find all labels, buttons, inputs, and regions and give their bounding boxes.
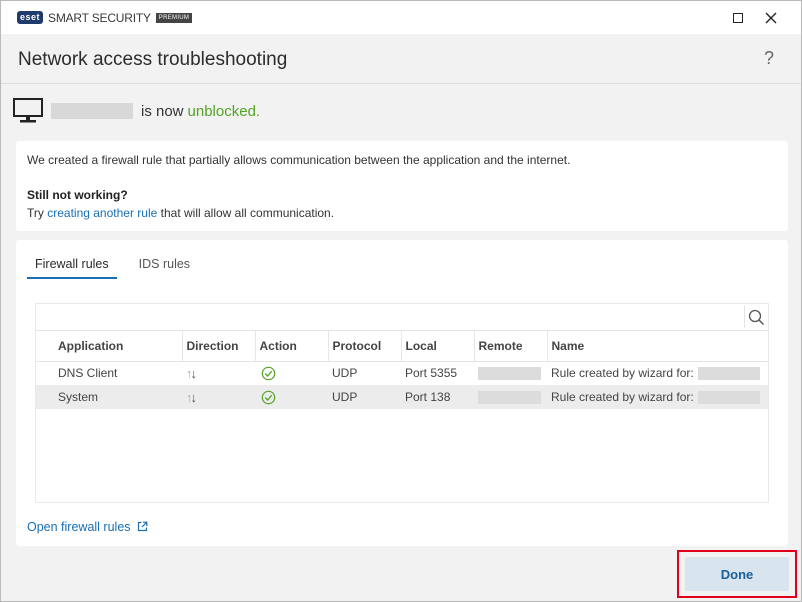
close-icon xyxy=(765,12,777,23)
cell-action xyxy=(255,385,328,409)
logo-brand: eset xyxy=(17,11,44,24)
open-firewall-rules-link[interactable]: Open firewall rules xyxy=(27,520,148,534)
status-text: is now xyxy=(141,102,184,120)
tab-ids-rules[interactable]: IDS rules xyxy=(131,257,198,279)
column-header-direction[interactable]: Direction xyxy=(182,331,256,362)
rule-name: Rule created by wizard for: xyxy=(551,389,694,404)
page-header: Network access troubleshooting ? xyxy=(1,34,801,84)
column-header-protocol[interactable]: Protocol xyxy=(328,331,402,362)
allow-check-icon xyxy=(261,366,276,381)
rule-name: Rule created by wizard for: xyxy=(551,366,694,381)
open-firewall-rules-label[interactable]: Open firewall rules xyxy=(27,520,131,534)
cell-application: DNS Client xyxy=(58,366,118,381)
cell-direction: ↑↓ xyxy=(182,385,255,409)
status-line: is now unblocked. xyxy=(13,97,260,125)
cell-direction: ↑↓ xyxy=(182,361,255,385)
info-heading: Still not working? xyxy=(27,188,128,202)
column-header-application[interactable]: Application xyxy=(36,331,183,362)
monitor-icon xyxy=(13,98,43,123)
cell-application: System xyxy=(36,385,182,409)
rules-table: Application Direction Action Protocol Lo… xyxy=(36,331,768,409)
table-row[interactable]: System ↑↓ UDP Port 138 Rule created by w… xyxy=(36,385,768,409)
direction-both-icon: ↑↓ xyxy=(186,389,197,405)
table-row[interactable]: DNS Client ↑↓ UDP Port 5355 Rule created… xyxy=(36,361,768,385)
column-header-action[interactable]: Action xyxy=(255,331,329,362)
cell-protocol: UDP xyxy=(328,385,401,409)
page-title: Network access troubleshooting xyxy=(18,49,288,70)
logo-edition: PREMIUM xyxy=(155,12,193,23)
create-another-rule-link[interactable]: creating another rule xyxy=(47,206,157,220)
cell-local: Port 5355 xyxy=(405,366,458,381)
rule-name-redacted xyxy=(697,391,760,405)
rules-grid: Application Direction Action Protocol Lo… xyxy=(36,304,768,502)
try-suffix: that will allow all communication. xyxy=(160,206,335,220)
cell-name: Rule created by wizard for: xyxy=(547,361,768,385)
title-bar: eset SMART SECURITY PREMIUM xyxy=(1,1,801,34)
info-description: We created a firewall rule that partiall… xyxy=(27,153,571,167)
tab-firewall-rules[interactable]: Firewall rules xyxy=(27,257,117,279)
status-state: unblocked. xyxy=(187,102,261,120)
column-header-remote[interactable]: Remote xyxy=(474,331,548,362)
eset-logo: eset SMART SECURITY PREMIUM xyxy=(17,10,193,25)
logo-product: SMART SECURITY xyxy=(48,10,151,25)
column-header-local[interactable]: Local xyxy=(401,331,475,362)
help-button[interactable]: ? xyxy=(764,48,774,69)
maximize-button[interactable] xyxy=(723,1,753,34)
cell-protocol: UDP xyxy=(332,366,358,381)
cell-remote xyxy=(474,361,547,385)
column-header-name[interactable]: Name xyxy=(547,331,768,362)
external-link-icon xyxy=(137,521,148,532)
maximize-icon xyxy=(733,12,743,23)
app-window: eset SMART SECURITY PREMIUM Network acce… xyxy=(0,0,802,602)
close-button[interactable] xyxy=(756,1,786,34)
search-icon xyxy=(748,309,765,326)
rules-panel: Firewall rules IDS rules Application Dir… xyxy=(16,240,788,546)
rules-tabs: Firewall rules IDS rules xyxy=(27,257,198,279)
rule-name-redacted xyxy=(697,367,760,381)
cell-action xyxy=(255,361,328,385)
cell-name: Rule created by wizard for: xyxy=(547,385,768,409)
cell-remote xyxy=(474,385,547,409)
remote-redacted xyxy=(478,391,541,405)
remote-redacted xyxy=(478,367,541,381)
search-button[interactable] xyxy=(744,306,766,328)
grid-toolbar xyxy=(36,304,768,331)
info-try-line: Try creating another rule that will allo… xyxy=(27,206,334,220)
direction-both-icon: ↑↓ xyxy=(186,365,197,381)
info-panel: We created a firewall rule that partiall… xyxy=(16,141,788,231)
table-header-row: Application Direction Action Protocol Lo… xyxy=(36,331,768,362)
done-button[interactable]: Done xyxy=(685,557,789,591)
try-prefix: Try xyxy=(27,206,44,220)
application-name-redacted xyxy=(51,103,133,119)
cell-local: Port 138 xyxy=(401,385,474,409)
allow-check-icon xyxy=(261,390,276,404)
